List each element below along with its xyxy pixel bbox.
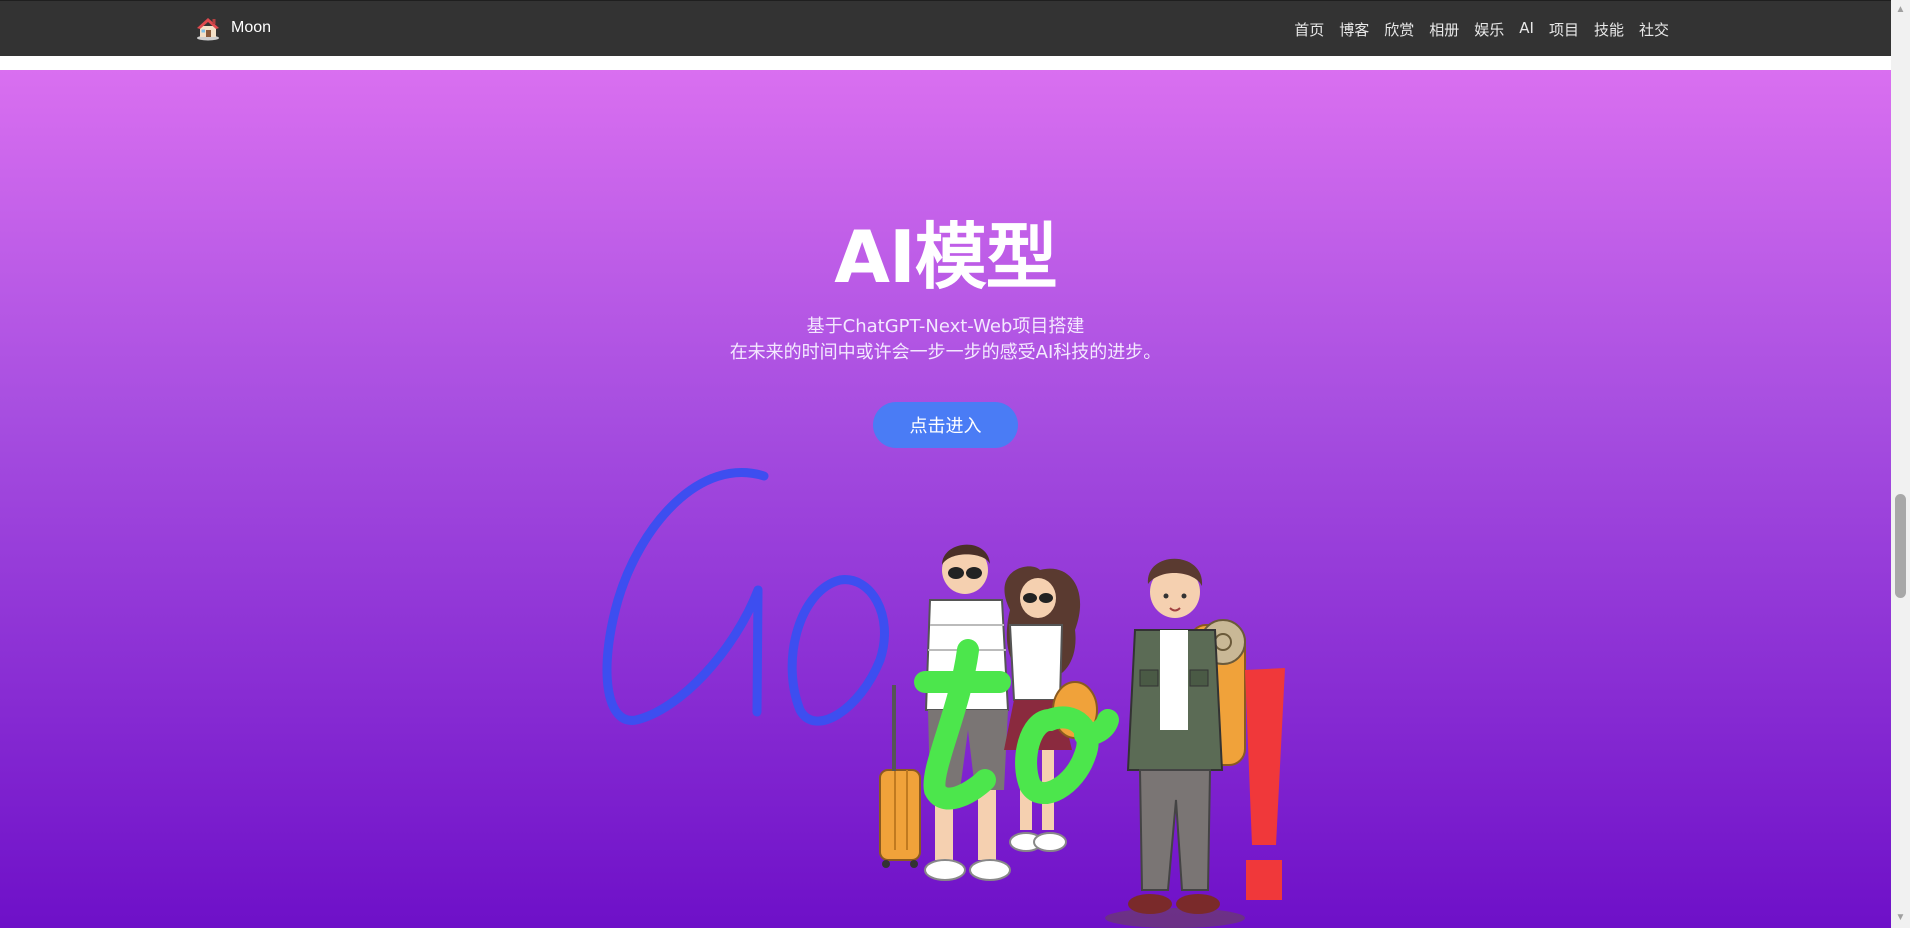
brand-name: Moon bbox=[231, 19, 272, 36]
nav-item-social[interactable]: 社交 bbox=[1639, 19, 1669, 40]
nav-item-projects[interactable]: 项目 bbox=[1549, 19, 1579, 40]
hero-section: Go to ! AI模型 基于ChatGPT-Next-Web项目搭建 在未来的… bbox=[0, 70, 1891, 928]
nav-item-blog[interactable]: 博客 bbox=[1339, 19, 1369, 40]
scroll-thumb[interactable] bbox=[1895, 494, 1906, 598]
scroll-up-arrow-icon[interactable]: ▲ bbox=[1891, 2, 1910, 18]
brand[interactable]: Moon bbox=[195, 15, 271, 41]
hero-subtitle-line2: 在未来的时间中或许会一步一步的感受AI科技的进步。 bbox=[729, 342, 1162, 363]
page-scrollbar[interactable]: ▲ ▼ bbox=[1891, 0, 1910, 928]
header-spacer bbox=[0, 56, 1891, 70]
nav-item-appreciate[interactable]: 欣赏 bbox=[1384, 19, 1414, 40]
nav-item-home[interactable]: 首页 bbox=[1294, 19, 1324, 40]
nav-item-album[interactable]: 相册 bbox=[1429, 19, 1459, 40]
scroll-down-arrow-icon[interactable]: ▼ bbox=[1891, 910, 1910, 926]
top-navbar: Moon 首页 博客 欣赏 相册 娱乐 AI 项目 技能 社交 bbox=[0, 0, 1891, 56]
illustration-exclamation bbox=[1245, 668, 1285, 900]
nav-item-ai[interactable]: AI bbox=[1519, 19, 1534, 40]
house-icon bbox=[197, 18, 219, 41]
person-backpacker bbox=[1105, 558, 1246, 928]
enter-button[interactable]: 点击进入 bbox=[873, 402, 1018, 448]
page-title: AI模型 bbox=[834, 215, 1058, 299]
illustration-go-lettering bbox=[602, 468, 889, 726]
nav-menu: 首页 博客 欣赏 相册 娱乐 AI 项目 技能 社交 bbox=[1294, 19, 1669, 40]
hero-subtitle-line1: 基于ChatGPT-Next-Web项目搭建 bbox=[806, 316, 1085, 337]
nav-item-skills[interactable]: 技能 bbox=[1594, 19, 1624, 40]
nav-item-entertainment[interactable]: 娱乐 bbox=[1474, 19, 1504, 40]
